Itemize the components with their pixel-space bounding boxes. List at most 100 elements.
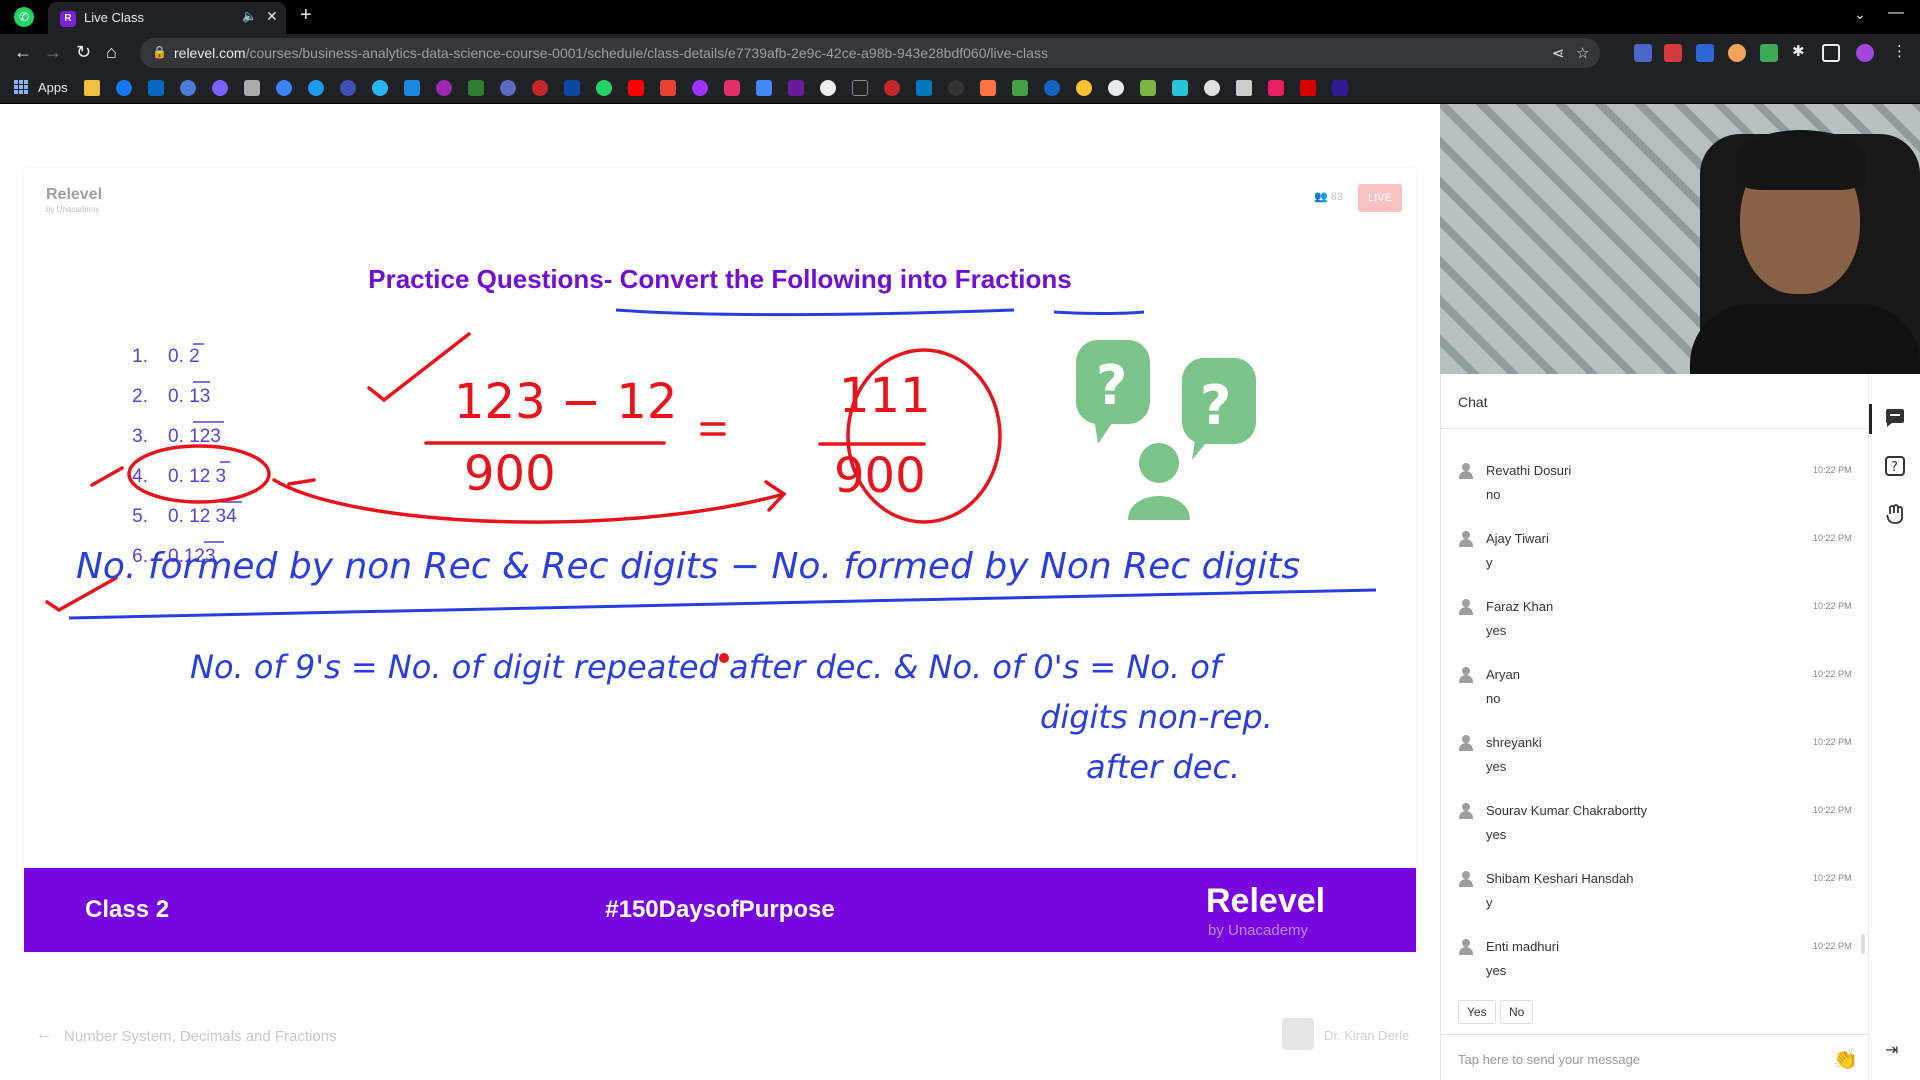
bookmark-icon[interactable] — [1044, 80, 1060, 96]
lesson-title-link[interactable]: Number System, Decimals and Fractions — [64, 1028, 337, 1045]
forward-arrow-icon[interactable]: → — [44, 42, 62, 63]
bookmark-icon[interactable] — [340, 80, 356, 96]
bookmark-icon[interactable] — [372, 80, 388, 96]
chat-time: 10:22 PM — [1813, 941, 1852, 951]
bookmark-icon[interactable] — [1076, 80, 1092, 96]
chat-bubble-icon[interactable] — [1883, 406, 1907, 430]
raise-hand-icon[interactable] — [1883, 502, 1907, 526]
doubt-question-icon[interactable]: ? — [1883, 454, 1907, 478]
bookmark-icon[interactable] — [180, 80, 196, 96]
bookmark-icon[interactable] — [276, 80, 292, 96]
bookmark-icon[interactable] — [436, 80, 452, 96]
blue-handwriting: No. formed by non Rec & Rec digits − No.… — [76, 546, 1300, 786]
window-minimize-icon[interactable]: — — [1888, 4, 1904, 22]
extension-icon[interactable] — [1760, 44, 1778, 62]
kebab-menu-icon[interactable]: ⋮ — [1892, 42, 1907, 60]
apps-grid-icon[interactable] — [14, 80, 28, 94]
puzzle-extensions-icon[interactable]: ✱ — [1792, 42, 1805, 60]
bookmark-icon[interactable] — [820, 80, 836, 96]
extension-icon[interactable] — [1696, 44, 1714, 62]
translate-bookmark-icon[interactable] — [756, 80, 772, 96]
chat-author: Aryan — [1486, 667, 1520, 682]
bookmark-icon[interactable] — [244, 80, 260, 96]
extension-icon[interactable] — [1664, 44, 1682, 62]
bookmark-icon[interactable] — [212, 80, 228, 96]
gmail-bookmark-icon[interactable] — [660, 80, 676, 96]
exit-class-icon[interactable]: ⇥ — [1885, 1040, 1898, 1060]
url-text[interactable]: relevel.com/courses/business-analytics-d… — [174, 45, 1048, 61]
new-tab-plus-icon[interactable]: + — [300, 4, 312, 27]
url-omnibox[interactable]: 🔒 relevel.com/courses/business-analytics… — [140, 38, 1600, 68]
tab-search-chevron-icon[interactable]: ⌄ — [1854, 6, 1866, 23]
bookmark-icon[interactable] — [308, 80, 324, 96]
bookmark-star-icon[interactable]: ☆ — [1576, 44, 1589, 62]
bookmark-icon[interactable] — [532, 80, 548, 96]
github-bookmark-icon[interactable] — [948, 80, 964, 96]
chat-message-input[interactable] — [1458, 1047, 1818, 1071]
facebook-bookmark-icon[interactable] — [116, 80, 132, 96]
chat-message-list[interactable]: Revathi Dosuri 10:22 PM no Ajay Tiwari 1… — [1441, 429, 1869, 1003]
whatsapp-bookmark-icon[interactable] — [596, 80, 612, 96]
share-icon[interactable]: ⋖ — [1552, 44, 1565, 62]
chat-scrollbar[interactable] — [1861, 934, 1865, 954]
extension-icon[interactable] — [1728, 44, 1746, 62]
chat-message: Revathi Dosuri 10:22 PM no — [1441, 457, 1869, 525]
chat-text: yes — [1486, 623, 1507, 638]
bookmark-icon[interactable] — [1012, 80, 1028, 96]
extension-icon[interactable] — [1634, 44, 1652, 62]
url-path: /courses/business-analytics-data-science… — [245, 45, 1048, 61]
chat-header: Chat — [1458, 394, 1488, 410]
bookmark-icon[interactable] — [980, 80, 996, 96]
user-icon — [1459, 939, 1473, 955]
bookmark-icon[interactable] — [852, 80, 868, 96]
bookmark-icon[interactable] — [1236, 80, 1252, 96]
bookmark-icon[interactable] — [1172, 80, 1188, 96]
reload-icon[interactable]: ↻ — [76, 42, 91, 63]
lock-icon[interactable]: 🔒 — [152, 45, 167, 59]
side-panel-icon[interactable] — [1822, 44, 1840, 62]
back-arrow-icon[interactable]: ← — [36, 1026, 52, 1044]
chat-author: Shibam Keshari Hansdah — [1486, 871, 1634, 886]
bookmark-icon[interactable] — [916, 80, 932, 96]
chat-time: 10:22 PM — [1813, 465, 1852, 475]
whiteboard-annotations: 123 − 12 900 111 900 ? ? No. formed by n… — [45, 308, 1377, 786]
youtube-bookmark-icon[interactable] — [628, 80, 644, 96]
bookmark-icon[interactable] — [468, 80, 484, 96]
back-arrow-icon[interactable]: ← — [14, 42, 32, 63]
bookmark-icon[interactable] — [564, 80, 580, 96]
bookmark-icon[interactable] — [1300, 80, 1316, 96]
instagram-bookmark-icon[interactable] — [724, 80, 740, 96]
chat-author: shreyanki — [1486, 735, 1542, 750]
close-tab-icon[interactable]: ✕ — [266, 8, 278, 25]
bookmark-icon[interactable] — [1140, 80, 1156, 96]
bookmarks-bar: Apps — [0, 72, 1920, 104]
bookmark-icon[interactable] — [404, 80, 420, 96]
home-icon[interactable]: ⌂ — [106, 42, 117, 63]
messenger-bookmark-icon[interactable] — [692, 80, 708, 96]
profile-avatar-icon[interactable] — [1856, 44, 1874, 62]
folder-bookmark-icon[interactable] — [84, 80, 100, 96]
tab-live-class[interactable]: R Live Class 🔈 ✕ — [48, 2, 286, 34]
chat-panel: Chat Revathi Dosuri 10:22 PM no Ajay Tiw… — [1440, 374, 1869, 1080]
rule-numerator-text: No. formed by non Rec & Rec digits − No.… — [76, 546, 1300, 587]
slack-bookmark-icon[interactable] — [1268, 80, 1284, 96]
speaker-icon[interactable]: 🔈 — [242, 9, 257, 23]
educator-video-feed — [1440, 104, 1920, 374]
bookmark-apps[interactable]: Apps — [38, 80, 68, 95]
bookmark-icon[interactable] — [1204, 80, 1220, 96]
bookmark-icon[interactable] — [500, 80, 516, 96]
whatsapp-pinned-tab-icon[interactable]: ✆ — [14, 7, 34, 27]
bookmark-icon[interactable] — [884, 80, 900, 96]
bookmark-icon[interactable] — [1332, 80, 1348, 96]
footer-brand-logo: Relevel — [1206, 882, 1326, 920]
user-icon — [1459, 735, 1473, 751]
quick-reply-yes-button[interactable]: Yes — [1458, 1000, 1496, 1024]
quick-reply-no-button[interactable]: No — [1500, 1000, 1534, 1024]
linkedin-bookmark-icon[interactable] — [148, 80, 164, 96]
clap-reaction-icon[interactable]: 👏 — [1833, 1047, 1858, 1072]
chat-message: shreyanki 10:22 PM yes — [1441, 729, 1869, 797]
gear-bookmark-icon[interactable] — [1108, 80, 1124, 96]
browser-address-bar: ← → ↻ ⌂ 🔒 relevel.com/courses/business-a… — [0, 34, 1920, 72]
pointer-stroke — [90, 466, 124, 487]
bookmark-icon[interactable] — [788, 80, 804, 96]
